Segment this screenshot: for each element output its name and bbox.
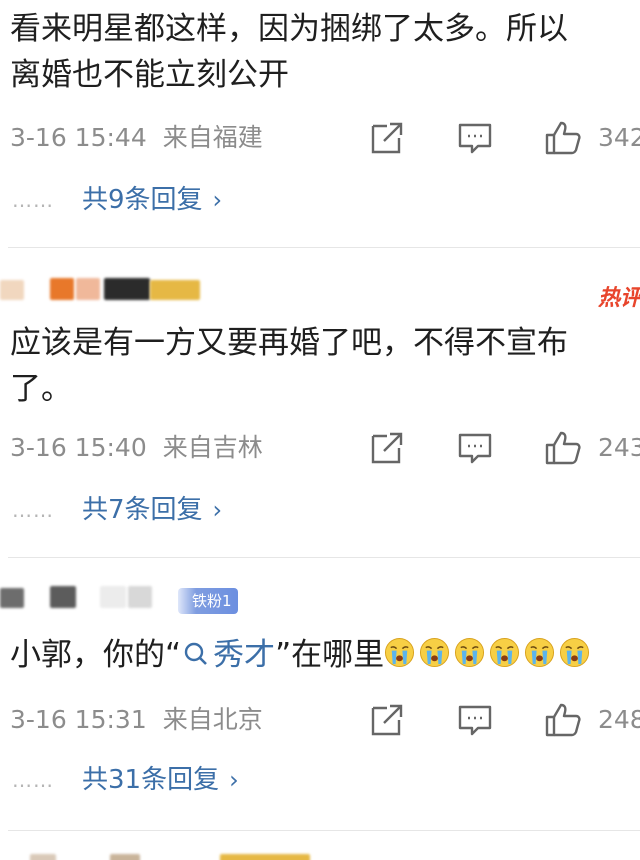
- view-replies-link[interactable]: 共7条回复 ›: [82, 490, 222, 530]
- username-redacted: [110, 854, 140, 860]
- avatar[interactable]: [30, 854, 56, 860]
- comment-time: 3-16 15:44: [10, 123, 147, 152]
- divider: [8, 830, 640, 831]
- comment-text-line: 了。: [10, 371, 72, 407]
- replies-row[interactable]: …… 共31条回复 ›: [0, 760, 640, 800]
- search-icon: [184, 642, 207, 665]
- comment-text-start: 小郭，你的“: [10, 637, 182, 673]
- avatar[interactable]: [0, 280, 24, 300]
- replies-row[interactable]: …… 共9条回复 ›: [0, 180, 640, 220]
- comment-timestamp: 3-16 15:44 来自福建: [10, 118, 263, 158]
- comment-time: 3-16 15:31: [10, 705, 147, 734]
- comment-location: 来自福建: [162, 123, 263, 152]
- reply-dots: ……: [12, 768, 54, 792]
- comment-text-end: ”在哪里: [275, 637, 385, 673]
- share-icon[interactable]: [368, 702, 406, 738]
- comment-meta: 3-16 15:44 来自福建 342: [0, 118, 640, 158]
- username-redacted: [104, 278, 150, 300]
- emoji-group: [384, 637, 594, 673]
- comment-timestamp: 3-16 15:31 来自北京: [10, 700, 263, 740]
- chevron-right-icon: ›: [212, 496, 223, 524]
- crying-emoji-icon: [524, 637, 555, 668]
- crying-emoji-icon: [454, 637, 485, 668]
- like-count: 248: [598, 705, 640, 734]
- crying-emoji-icon: [384, 637, 415, 668]
- user-level-badge: [150, 280, 200, 300]
- next-comment-author-row[interactable]: [0, 850, 640, 860]
- username-redacted[interactable]: [50, 586, 76, 608]
- share-icon[interactable]: [368, 120, 406, 156]
- comment-location: 来自北京: [162, 705, 263, 734]
- comment-author-row[interactable]: 铁粉1: [0, 584, 640, 614]
- crying-emoji-icon: [419, 637, 450, 668]
- crying-emoji-icon: [489, 637, 520, 668]
- comment-text-line: 离婚也不能立刻公开: [10, 57, 289, 93]
- comment-meta: 3-16 15:40 来自吉林 243: [0, 428, 640, 468]
- comment-timestamp: 3-16 15:40 来自吉林: [10, 428, 263, 468]
- like-count: 342: [598, 123, 640, 152]
- replies-count: 共31条回复: [82, 765, 220, 795]
- comment-text-line: 应该是有一方又要再婚了吧，不得不宣布: [10, 325, 568, 361]
- crying-emoji-icon: [559, 637, 590, 668]
- view-replies-link[interactable]: 共31条回复 ›: [82, 760, 239, 800]
- chevron-right-icon: ›: [212, 186, 223, 214]
- comment-text-line: 看来明星都这样，因为捆绑了太多。所以: [10, 11, 568, 47]
- like-icon[interactable]: [544, 430, 582, 466]
- username-redacted: [76, 278, 100, 300]
- divider: [8, 247, 640, 248]
- replies-row[interactable]: …… 共7条回复 ›: [0, 490, 640, 530]
- comment-time: 3-16 15:40: [10, 433, 147, 462]
- username-redacted: [100, 586, 126, 608]
- reply-dots: ……: [12, 188, 54, 212]
- view-replies-link[interactable]: 共9条回复 ›: [82, 180, 222, 220]
- divider: [8, 557, 640, 558]
- comment-icon[interactable]: [456, 702, 494, 738]
- user-level-badge: [220, 854, 310, 860]
- share-icon[interactable]: [368, 430, 406, 466]
- comment-location: 来自吉林: [162, 433, 263, 462]
- username-redacted: [128, 586, 152, 608]
- fan-level-badge: 铁粉1: [178, 588, 238, 614]
- reply-dots: ……: [12, 498, 54, 522]
- chevron-right-icon: ›: [229, 766, 239, 794]
- topic-name: 秀才: [213, 637, 276, 673]
- like-icon[interactable]: [544, 702, 582, 738]
- username-redacted[interactable]: [50, 278, 74, 300]
- like-count: 243: [598, 433, 640, 462]
- avatar[interactable]: [0, 588, 24, 608]
- comment-icon[interactable]: [456, 120, 494, 156]
- hot-comment-badge: 热评: [598, 286, 640, 311]
- comment-text: 小郭，你的“ 秀才”在哪里: [10, 632, 640, 678]
- comment-icon[interactable]: [456, 430, 494, 466]
- replies-count: 共7条回复: [82, 495, 203, 525]
- topic-link[interactable]: 秀才: [181, 637, 275, 673]
- comment-meta: 3-16 15:31 来自北京 248: [0, 700, 640, 740]
- like-icon[interactable]: [544, 120, 582, 156]
- replies-count: 共9条回复: [82, 185, 203, 215]
- comment-author-row[interactable]: 热评: [0, 276, 640, 311]
